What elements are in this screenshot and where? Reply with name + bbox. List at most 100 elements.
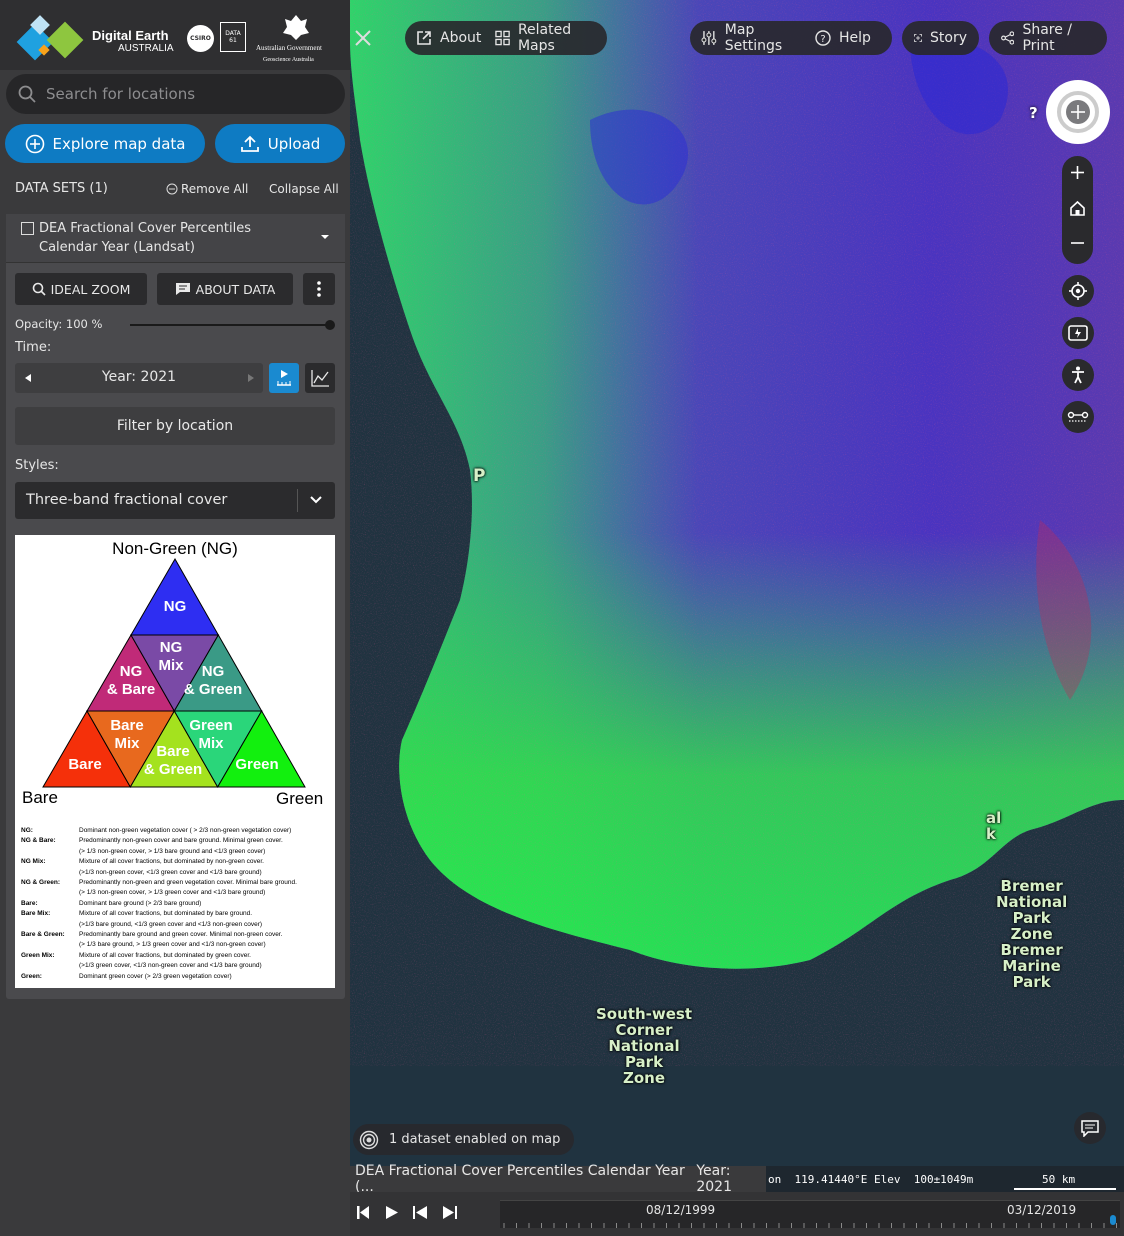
legend-definition-row: Bare Mix: Mixture of all cover fractions,… [21,909,333,930]
close-icon[interactable] [355,30,371,46]
datasets-enabled-indicator[interactable]: 1 dataset enabled on map [353,1124,575,1155]
opacity-slider[interactable] [130,320,335,330]
about-data-button[interactable]: ABOUT DATA [157,273,293,305]
opacity-slider-thumb[interactable] [325,320,335,330]
map-label-bremer: Bremer National Park Zone Bremer Marine … [996,877,1068,991]
legend-definition-row: Green Mix: Mixture of all cover fractions… [21,951,333,972]
story-icon [914,34,922,42]
legend-definition-term: Bare Mix: [21,910,51,918]
legend-definition-text: Predominantly non-green and green vegeta… [79,879,297,897]
year-selector: Year: 2021 [15,363,263,393]
style-select[interactable]: Three-band fractional cover [15,482,335,519]
filter-by-location-button[interactable]: Filter by location [15,407,335,445]
dataset-checkbox[interactable] [21,222,34,235]
legend-cell-label: Green [235,756,278,773]
skip-start-icon[interactable] [357,1206,369,1219]
csiro-logo: CSIRO [187,25,214,52]
sliders-icon [701,31,717,45]
share-print-button[interactable]: Share / Print [989,21,1107,55]
about-button[interactable]: About [405,30,489,46]
related-maps-label: Related Maps [517,22,572,54]
legend-definition-term: NG: [21,827,33,834]
kebab-menu-icon [317,281,321,297]
help-button[interactable]: ? Help [815,30,871,46]
active-dataset-bar: DEA Fractional Cover Percentiles Calenda… [350,1163,766,1195]
map-view[interactable]: South-west Corner National Park Zone Bre… [350,0,1124,1236]
explore-label: Explore map data [52,134,186,153]
dataset-card: DEA Fractional Cover Percentiles Calenda… [6,214,345,999]
comment-icon [175,283,190,295]
map-label-p: P [473,466,486,486]
fast-forward-icon[interactable] [443,1206,457,1219]
compass-help[interactable]: ? [1029,104,1038,122]
timeline-cursor[interactable] [1110,1215,1116,1225]
play-icon[interactable] [386,1206,398,1219]
zoom-out-icon[interactable] [1071,242,1084,244]
zoom-in-icon[interactable] [1071,166,1084,179]
ideal-zoom-button[interactable]: IDEAL ZOOM [15,273,147,305]
datasets-title: DATA SETS (1) [15,181,108,196]
minus-circle-icon [166,183,178,195]
help-icon: ? [815,30,831,46]
map-settings-button[interactable]: Map Settings [690,22,815,54]
next-year-icon[interactable] [248,374,254,382]
grid-icon [495,30,510,46]
upload-button[interactable]: Upload [215,124,345,163]
chevron-down-icon[interactable] [320,234,330,240]
map-label-southwest: South-west Corner National Park Zone [596,1005,692,1087]
bottom-bar: DEA Fractional Cover Percentiles Calenda… [350,1163,1124,1236]
explore-map-data-button[interactable]: Explore map data [5,124,205,163]
remove-all-button[interactable]: Remove All [166,182,248,196]
timeline-start-date: 08/12/1999 [646,1203,716,1217]
legend-definition-term: Green Mix: [21,951,55,959]
split-screen-button[interactable] [1062,317,1094,349]
chart-button[interactable] [305,363,335,393]
legend-corner-right: Green [276,789,324,808]
timeline-icon [277,370,291,386]
legend-definition-text: Dominant non-green vegetation cover ( > … [79,827,292,834]
share-print-label: Share / Print [1022,22,1073,54]
measure-tool-button[interactable] [1062,401,1094,433]
about-label: About [440,30,482,46]
ideal-zoom-label: IDEAL ZOOM [50,281,131,297]
home-icon[interactable] [1069,200,1086,217]
gov-line2: Geoscience Australia [263,57,314,63]
dataset-header[interactable]: DEA Fractional Cover Percentiles Calenda… [6,214,345,263]
search-input[interactable]: Search for locations [6,74,345,114]
settings-help-group: Map Settings ? Help [690,21,892,55]
opacity-label: Opacity: 100 % [15,317,103,331]
accessibility-icon [1072,366,1084,384]
legend-cell-label: NG Mix [158,639,184,674]
sidebar: Digital Earth AUSTRALIA CSIRO DATA 61 Au… [0,0,350,1236]
my-location-button[interactable] [1062,275,1094,307]
story-button[interactable]: Story [902,21,979,55]
search-placeholder: Search for locations [46,85,196,103]
satellite-imagery[interactable] [350,0,1124,1236]
more-options-button[interactable] [303,273,335,305]
legend-corner-left: Bare [22,788,58,807]
legend-definition-row: Bare & Green: Predominantly bare ground a… [21,930,333,951]
related-maps-button[interactable]: Related Maps [489,22,607,54]
timeline-play-toggle[interactable] [269,363,299,393]
plus-circle-icon [25,134,44,153]
timeline-controls: 08/12/1999 03/12/2019 [350,1192,1124,1236]
timeline-end-date: 03/12/2019 [1007,1203,1077,1217]
about-related-group: About Related Maps [405,21,607,55]
compass-control[interactable] [1046,80,1110,144]
about-data-label: ABOUT DATA [195,281,276,297]
external-link-icon [417,31,431,45]
year-value[interactable]: Year: 2021 [15,369,263,385]
legend-definition-row: NG & Green: Predominantly non-green and g… [21,878,333,899]
coordinates-readout: on 119.41440°E Elev 100±1049m [768,1173,974,1186]
help-label: Help [839,30,871,46]
feedback-button[interactable] [1074,1112,1106,1144]
chevron-down-icon [310,496,322,504]
legend-definition-text: Mixture of all cover fractions, but domi… [79,951,262,970]
legend-definition-term: Bare: [21,899,38,907]
legend-definition-text: Predominantly non-green cover and bare g… [79,837,283,855]
timeline-track[interactable]: 08/12/1999 03/12/2019 [500,1200,1120,1228]
legend-definition-row: NG: Dominant non-green vegetation cover (… [21,826,333,836]
collapse-all-button[interactable]: Collapse All [269,182,339,196]
accessibility-button[interactable] [1062,359,1094,391]
rewind-icon[interactable] [413,1206,427,1219]
